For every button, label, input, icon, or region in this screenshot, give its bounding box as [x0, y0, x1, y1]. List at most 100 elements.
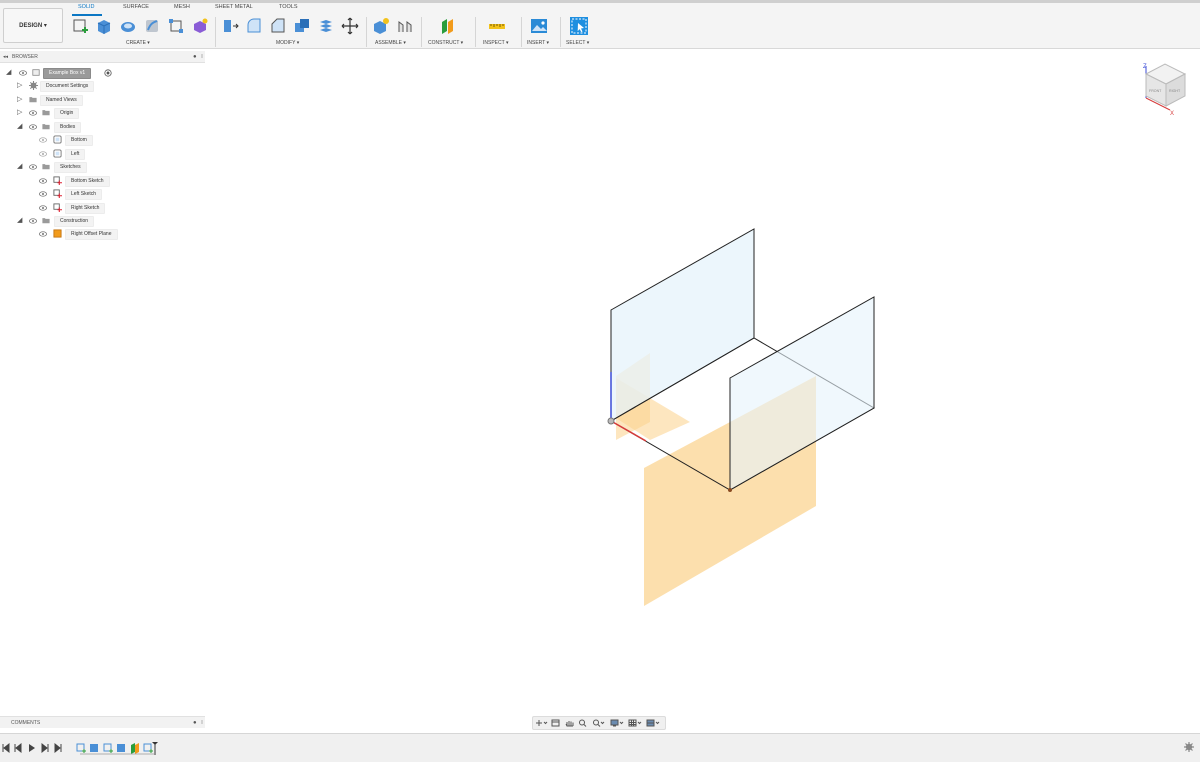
- step-back-icon[interactable]: [14, 742, 22, 754]
- eye-icon[interactable]: [39, 136, 47, 144]
- expand-icon[interactable]: ◢: [6, 69, 14, 77]
- activate-radio-icon[interactable]: [104, 69, 112, 77]
- timeline-extrude-feature-icon[interactable]: [117, 744, 125, 752]
- 3d-viewport[interactable]: Z X FRONT RIGHT: [205, 48, 1200, 716]
- tab-mesh[interactable]: MESH: [174, 4, 190, 10]
- browser-item-right-offset-plane[interactable]: Right Offset Plane: [0, 229, 205, 240]
- loft-icon[interactable]: [167, 17, 185, 35]
- offset-plane-icon[interactable]: [439, 17, 457, 35]
- select-menu[interactable]: SELECT ▾: [566, 40, 589, 46]
- separator: [366, 17, 367, 47]
- new-component-icon[interactable]: [372, 17, 390, 35]
- joint-icon[interactable]: [396, 17, 414, 35]
- timeline-extrude-feature-icon[interactable]: [90, 744, 98, 752]
- create-sketch-icon[interactable]: [72, 17, 90, 35]
- tab-surface[interactable]: SURFACE: [123, 4, 149, 10]
- select-icon[interactable]: [570, 17, 588, 35]
- timeline-settings-gear-icon[interactable]: [1184, 742, 1194, 752]
- orbit-icon[interactable]: [536, 720, 548, 726]
- browser-item-right-sketch[interactable]: Right Sketch: [0, 203, 205, 214]
- eye-icon[interactable]: [39, 204, 47, 212]
- fit-icon[interactable]: [593, 719, 605, 727]
- construct-menu[interactable]: CONSTRUCT ▾: [428, 40, 463, 46]
- add-comment-icon[interactable]: ●: [193, 720, 197, 726]
- shell-icon[interactable]: [293, 17, 311, 35]
- timeline-sketch-feature-icon[interactable]: [143, 743, 153, 753]
- eye-icon[interactable]: [19, 69, 27, 77]
- vertex-point[interactable]: [728, 488, 732, 492]
- browser-item-bottom-sketch[interactable]: Bottom Sketch: [0, 176, 205, 187]
- pin-icon[interactable]: ●: [193, 54, 197, 60]
- tab-tools[interactable]: TOOLS: [279, 4, 298, 10]
- assemble-menu[interactable]: ASSEMBLE ▾: [375, 40, 406, 46]
- expand-icon[interactable]: ▷: [17, 96, 25, 104]
- insert-menu[interactable]: INSERT ▾: [527, 40, 549, 46]
- go-to-end-icon[interactable]: [54, 742, 62, 754]
- origin-point[interactable]: [607, 417, 615, 425]
- grid-snaps-icon[interactable]: [628, 719, 642, 727]
- eye-icon[interactable]: [29, 217, 37, 225]
- extrude-icon[interactable]: [95, 17, 113, 35]
- pan-icon[interactable]: [565, 721, 574, 727]
- fillet-icon[interactable]: [245, 17, 263, 35]
- eye-icon[interactable]: [39, 190, 47, 198]
- viewcube-x-label: X: [1170, 111, 1174, 117]
- collapse-icon[interactable]: ◢: [17, 123, 25, 131]
- create-form-icon[interactable]: [191, 17, 209, 35]
- eye-icon[interactable]: [29, 163, 37, 171]
- combine-icon[interactable]: [317, 17, 335, 35]
- insert-image-icon[interactable]: [530, 17, 548, 35]
- collapse-icon[interactable]: ◢: [17, 217, 25, 225]
- timeline-marker-icon[interactable]: [152, 742, 158, 755]
- play-icon[interactable]: [29, 744, 35, 752]
- revolve-icon[interactable]: [119, 17, 137, 35]
- folder-icon: [42, 218, 50, 224]
- browser-item-sketches[interactable]: ◢ Sketches: [0, 162, 205, 173]
- browser-item-left-sketch[interactable]: Left Sketch: [0, 189, 205, 200]
- expand-icon[interactable]: ▷: [17, 109, 25, 117]
- resize-handle[interactable]: ‖: [201, 720, 203, 726]
- eye-icon[interactable]: [29, 109, 37, 117]
- chamfer-icon[interactable]: [269, 17, 287, 35]
- modify-menu[interactable]: MODIFY ▾: [276, 40, 299, 46]
- move-copy-icon[interactable]: [341, 17, 359, 35]
- look-at-icon[interactable]: [551, 719, 560, 727]
- workspace-switcher[interactable]: DESIGN ▾: [3, 8, 63, 43]
- press-pull-icon[interactable]: [221, 17, 239, 35]
- tab-sheet-metal[interactable]: SHEET METAL: [215, 4, 253, 10]
- timeline-plane-feature-icon[interactable]: [131, 743, 139, 754]
- browser-item-construction[interactable]: ◢ Construction: [0, 216, 205, 227]
- browser-item-bodies[interactable]: ◢ Bodies: [0, 122, 205, 133]
- inspect-menu[interactable]: INSPECT ▾: [483, 40, 508, 46]
- eye-icon[interactable]: [39, 150, 47, 158]
- display-settings-icon[interactable]: [610, 719, 624, 727]
- go-to-start-icon[interactable]: [2, 742, 10, 754]
- browser-item-root[interactable]: ◢ Example Box v1: [0, 68, 205, 79]
- eye-icon[interactable]: [29, 123, 37, 131]
- measure-icon[interactable]: [488, 17, 506, 35]
- eye-icon[interactable]: [39, 177, 47, 185]
- separator: [215, 17, 216, 47]
- folder-icon: [42, 110, 50, 116]
- collapse-icon[interactable]: ◢: [17, 163, 25, 171]
- eye-icon[interactable]: [39, 230, 47, 238]
- comments-panel-header[interactable]: COMMENTS ● ‖: [0, 716, 205, 728]
- collapse-panel-icon[interactable]: ◂◂: [3, 54, 8, 60]
- browser-item-origin[interactable]: ▷ Origin: [0, 108, 205, 119]
- browser-item-document-settings[interactable]: ▷ Document Settings: [0, 81, 205, 92]
- browser-item-body-bottom[interactable]: Bottom: [0, 135, 205, 146]
- document-icon: [32, 69, 40, 76]
- expand-icon[interactable]: ▷: [17, 82, 25, 90]
- step-forward-icon[interactable]: [41, 742, 49, 754]
- browser-item-body-left[interactable]: Left: [0, 149, 205, 160]
- zoom-icon[interactable]: [579, 719, 587, 727]
- sweep-icon[interactable]: [143, 17, 161, 35]
- tab-solid[interactable]: SOLID: [78, 4, 95, 10]
- view-cube[interactable]: Z X FRONT RIGHT: [1143, 63, 1187, 117]
- create-menu[interactable]: CREATE ▾: [126, 40, 150, 46]
- timeline-sketch-feature-icon[interactable]: [76, 743, 86, 753]
- timeline-sketch-feature-icon[interactable]: [103, 743, 113, 753]
- browser-item-named-views[interactable]: ▷ Named Views: [0, 95, 205, 106]
- resize-handle[interactable]: ‖: [201, 54, 203, 60]
- viewports-icon[interactable]: [646, 719, 660, 727]
